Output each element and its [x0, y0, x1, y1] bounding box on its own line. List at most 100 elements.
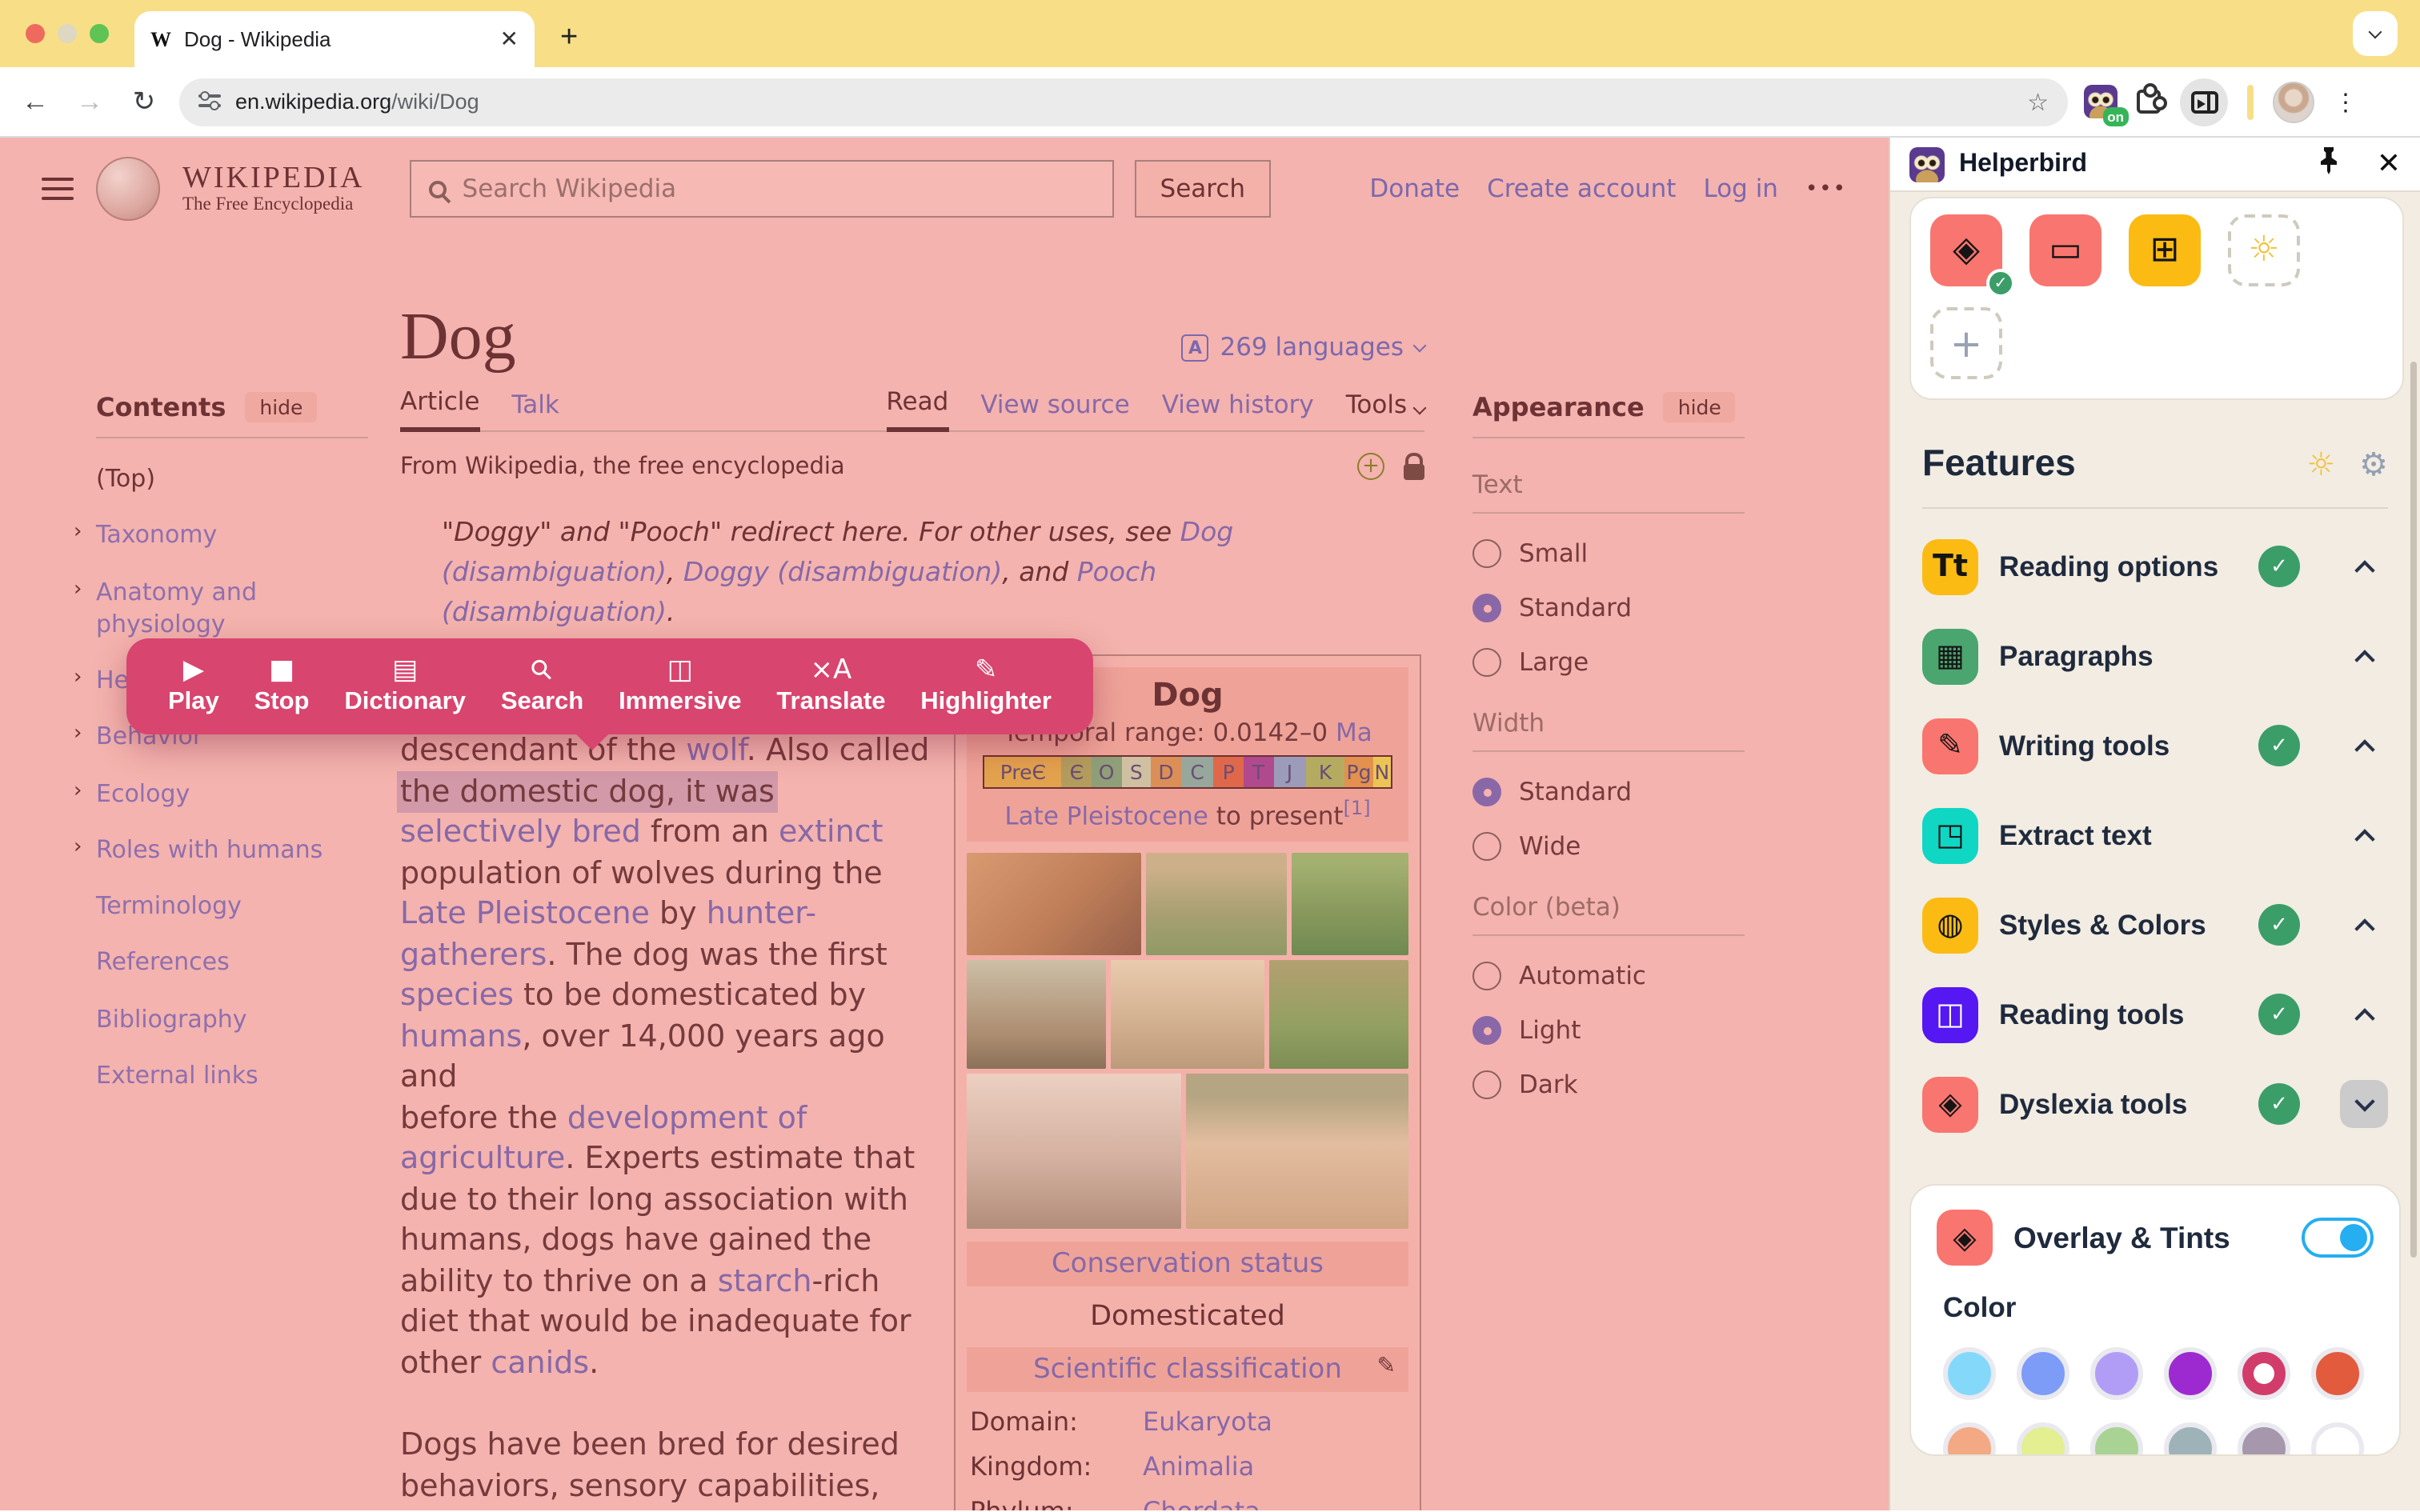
tint-swatch[interactable]	[2090, 1347, 2143, 1400]
feature-row[interactable]: ▦ Paragraphs ✓	[1922, 611, 2388, 701]
classification-value-link[interactable]: Eukaryota	[1143, 1406, 1272, 1437]
toolbar-action-button[interactable]: ✎ Highlighter	[920, 655, 1052, 717]
classification-value-link[interactable]: Animalia	[1143, 1451, 1254, 1482]
radio-button[interactable]	[1472, 962, 1501, 990]
suggestion-quick-tile[interactable]: ☼	[2228, 214, 2300, 286]
tint-swatch[interactable]	[2017, 1347, 2069, 1400]
radio-button[interactable]	[1472, 648, 1501, 677]
expand-chevron-icon[interactable]: ›	[74, 519, 82, 547]
toolbar-action-button[interactable]: ▶ Play	[168, 655, 219, 717]
profile-avatar[interactable]	[2273, 81, 2314, 122]
toolbar-action-button[interactable]: ⚲ Search	[501, 652, 583, 717]
tab-talk[interactable]: Talk	[511, 390, 559, 430]
wiki-search-input[interactable]: Search Wikipedia	[409, 160, 1114, 218]
tint-swatch[interactable]	[2090, 1422, 2143, 1454]
tint-swatch[interactable]	[1943, 1422, 1996, 1454]
tint-swatch[interactable]	[2311, 1422, 2364, 1454]
lightbulb-icon[interactable]: ☼	[2306, 444, 2335, 482]
scientific-classification-header[interactable]: Scientific classification ✎	[967, 1347, 1408, 1393]
expand-chevron-icon[interactable]: ›	[74, 664, 82, 692]
address-bar[interactable]: en.wikipedia.org/wiki/Dog ☆	[179, 78, 2068, 126]
radio-option[interactable]: Small	[1472, 539, 1745, 568]
radio-option[interactable]: Large	[1472, 648, 1745, 677]
feature-row[interactable]: ◈ Dyslexia tools ✓	[1922, 1059, 2388, 1149]
calculator-quick-tile[interactable]: ⊞	[2129, 214, 2201, 286]
contents-item[interactable]: › Terminology	[96, 890, 365, 922]
radio-button[interactable]	[1472, 1070, 1501, 1099]
side-panel-button[interactable]	[2180, 78, 2228, 126]
helperbird-extension-icon[interactable]: on	[2084, 85, 2129, 126]
tint-swatch[interactable]	[2238, 1422, 2290, 1454]
feature-row[interactable]: Tt Reading options ✓	[1922, 522, 2388, 611]
add-quick-tile[interactable]: +	[1930, 307, 2002, 379]
donate-link[interactable]: Donate	[1369, 174, 1460, 203]
gear-icon[interactable]: ⚙	[2359, 444, 2388, 482]
conservation-status-header[interactable]: Conservation status	[967, 1242, 1408, 1287]
expand-chevron-icon[interactable]: ›	[74, 777, 82, 805]
reload-button[interactable]: ↻	[125, 86, 163, 118]
expand-chevron-button[interactable]	[2340, 722, 2388, 770]
close-icon[interactable]: ✕	[2377, 147, 2401, 181]
radio-option[interactable]: Standard	[1472, 778, 1745, 806]
feature-row[interactable]: ◫ Reading tools ✓	[1922, 970, 2388, 1059]
expand-chevron-button[interactable]	[2340, 1080, 2388, 1128]
minimize-window-button[interactable]	[58, 24, 77, 43]
contents-item[interactable]: › Bibliography	[96, 1002, 365, 1035]
tab-close-icon[interactable]: ✕	[500, 26, 519, 53]
panel-scrollbar[interactable]	[2410, 362, 2417, 1258]
ruler-quick-tile[interactable]: ▭	[2029, 214, 2101, 286]
expand-chevron-icon[interactable]: ›	[74, 721, 82, 749]
tab-view-history[interactable]: View history	[1162, 390, 1314, 430]
toolbar-action-button[interactable]: ▤ Dictionary	[344, 655, 466, 717]
contents-item[interactable]: › Ecology	[74, 777, 365, 810]
feature-row[interactable]: ◳ Extract text ✓	[1922, 790, 2388, 880]
tint-swatch[interactable]	[2164, 1422, 2217, 1454]
browser-tab[interactable]: W Dog - Wikipedia ✕	[134, 11, 535, 67]
tint-swatch[interactable]	[2238, 1347, 2290, 1400]
pin-icon[interactable]	[2318, 146, 2340, 182]
feature-row[interactable]: ✎ Writing tools ✓	[1922, 701, 2388, 790]
expand-chevron-button[interactable]	[2340, 811, 2388, 859]
expand-chevron-icon[interactable]: ›	[74, 575, 82, 603]
edit-pencil-icon[interactable]: ✎	[1377, 1354, 1396, 1379]
overlay-quick-tile[interactable]: ◈ ✓	[1930, 214, 2015, 298]
main-menu-hamburger-icon[interactable]	[42, 177, 74, 201]
wikipedia-wordmark[interactable]: WIKIPEDIA The Free Encyclopedia	[182, 162, 365, 214]
contents-hide-button[interactable]: hide	[245, 392, 318, 422]
appearance-hide-button[interactable]: hide	[1663, 392, 1736, 422]
expand-chevron-icon[interactable]: ›	[74, 834, 82, 862]
radio-option[interactable]: Automatic	[1472, 962, 1745, 990]
radio-button[interactable]	[1472, 778, 1501, 806]
expand-chevron-button[interactable]	[2340, 542, 2388, 590]
radio-button[interactable]	[1472, 1016, 1501, 1045]
radio-button[interactable]	[1472, 594, 1501, 622]
tint-swatch[interactable]	[2164, 1347, 2217, 1400]
new-tab-button[interactable]: +	[560, 21, 578, 56]
radio-option[interactable]: Dark	[1472, 1070, 1745, 1099]
expand-chevron-button[interactable]	[2340, 632, 2388, 680]
toolbar-action-button[interactable]: ■ Stop	[254, 655, 310, 717]
tab-read[interactable]: Read	[886, 387, 949, 432]
languages-button[interactable]: A 269 languages	[1181, 333, 1427, 371]
extensions-puzzle-icon[interactable]	[2137, 83, 2167, 114]
radio-button[interactable]	[1472, 832, 1501, 861]
radio-button[interactable]	[1472, 539, 1501, 568]
tab-article[interactable]: Article	[400, 387, 480, 432]
more-options-icon[interactable]: •••	[1805, 177, 1847, 201]
login-link[interactable]: Log in	[1703, 174, 1778, 203]
classification-value-link[interactable]: Chordata	[1143, 1496, 1260, 1510]
contents-item[interactable]: › References	[96, 946, 365, 979]
expand-chevron-button[interactable]	[2340, 990, 2388, 1038]
create-account-link[interactable]: Create account	[1487, 174, 1676, 203]
fullscreen-window-button[interactable]	[90, 24, 109, 43]
site-info-icon[interactable]	[198, 91, 221, 111]
expand-chevron-button[interactable]	[2340, 901, 2388, 949]
contents-item[interactable]: › Taxonomy	[74, 519, 365, 552]
tint-swatch[interactable]	[2017, 1422, 2069, 1454]
radio-option[interactable]: Standard	[1472, 594, 1745, 622]
contents-item[interactable]: › External links	[96, 1059, 365, 1092]
toolbar-action-button[interactable]: ×A Translate	[776, 655, 885, 717]
tab-tools[interactable]: Tools	[1346, 390, 1427, 430]
radio-option[interactable]: Light	[1472, 1016, 1745, 1045]
window-controls[interactable]	[26, 24, 109, 43]
